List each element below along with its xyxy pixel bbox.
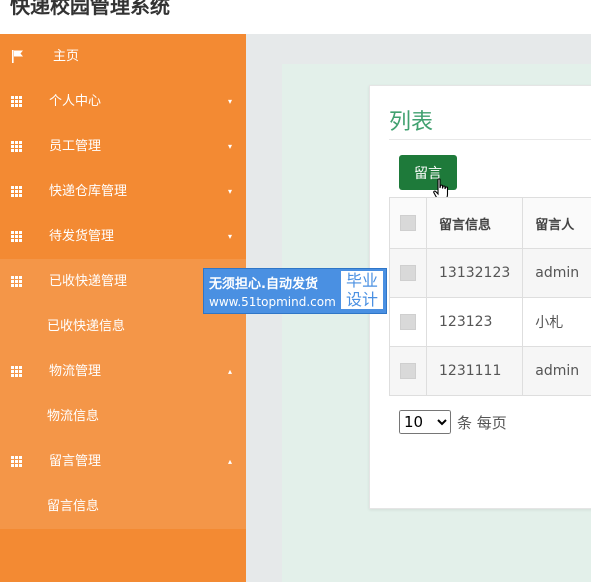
row-checkbox[interactable] xyxy=(389,297,427,347)
sidebar-item-label: 物流管理 xyxy=(49,364,102,379)
table-row[interactable]: 123123 小札 xyxy=(389,297,591,347)
sidebar-item-logistics[interactable]: 物流管理 ▴ xyxy=(0,349,246,394)
sidebar-item-staff[interactable]: 员工管理 ▾ xyxy=(0,124,246,169)
sidebar-item-pending[interactable]: 待发货管理 ▾ xyxy=(0,214,246,259)
sidebar-subitem-message-info[interactable]: 留言信息 xyxy=(0,484,246,529)
caret-up-icon: ▴ xyxy=(227,367,232,376)
grid-icon xyxy=(10,439,24,484)
cell-message: 123123 xyxy=(425,297,524,347)
grid-icon xyxy=(10,169,24,214)
sidebar-subitem-label: 留言信息 xyxy=(47,499,100,514)
sidebar-item-label: 员工管理 xyxy=(49,139,102,154)
watermark-badge-line: 毕业 xyxy=(345,271,378,290)
caret-down-icon: ▾ xyxy=(227,142,232,151)
watermark-badge: 毕业 设计 xyxy=(341,271,383,309)
watermark-banner: 无须担心.自动发货 www.51topmind.com 毕业 设计 xyxy=(203,268,387,314)
grid-icon xyxy=(10,259,24,304)
caret-down-icon: ▾ xyxy=(227,97,232,106)
watermark-badge-line: 设计 xyxy=(345,290,378,309)
caret-down-icon: ▾ xyxy=(227,187,232,196)
cell-author: admin xyxy=(522,346,591,396)
sidebar-item-home[interactable]: 主页 xyxy=(0,34,246,79)
title-divider xyxy=(389,139,591,140)
cell-message: 13132123 xyxy=(425,248,524,298)
caret-down-icon: ▾ xyxy=(227,232,232,241)
cell-author: admin xyxy=(522,248,591,298)
sidebar-item-label: 快递仓库管理 xyxy=(49,184,128,199)
grid-icon xyxy=(10,349,24,394)
cell-message: 1231111 xyxy=(425,346,524,396)
select-all-checkbox[interactable] xyxy=(389,197,427,249)
page-size-select[interactable]: 10 xyxy=(399,410,451,434)
table-header-row: 留言信息 留言人 xyxy=(389,197,591,249)
column-header[interactable]: 留言信息 xyxy=(425,197,524,249)
sidebar-subitem-label: 物流信息 xyxy=(47,409,100,424)
sidebar-item-label: 待发货管理 xyxy=(49,229,115,244)
table-row[interactable]: 1231111 admin xyxy=(389,346,591,396)
top-header: 快递校园管理系统 xyxy=(0,0,591,34)
pagination: 10 条 每页 xyxy=(399,410,507,434)
cell-author: 小札 xyxy=(522,297,591,347)
grid-icon xyxy=(10,214,24,259)
grid-icon xyxy=(10,79,24,124)
message-table: 留言信息 留言人 13132123 admin 123123 小札 123111… xyxy=(389,197,591,396)
table-row[interactable]: 13132123 admin xyxy=(389,248,591,298)
sidebar-subitem-logistics-info[interactable]: 物流信息 xyxy=(0,394,246,439)
app-title: 快递校园管理系统 xyxy=(10,0,170,18)
sidebar-item-warehouse[interactable]: 快递仓库管理 ▾ xyxy=(0,169,246,214)
flag-icon xyxy=(10,34,24,79)
row-checkbox[interactable] xyxy=(389,346,427,396)
page-title: 列表 xyxy=(389,110,434,135)
sidebar-item-messages[interactable]: 留言管理 ▴ xyxy=(0,439,246,484)
watermark-url: www.51topmind.com xyxy=(209,295,336,309)
caret-up-icon: ▴ xyxy=(227,457,232,466)
sidebar-subitem-label: 已收快递信息 xyxy=(47,319,126,334)
column-header[interactable]: 留言人 xyxy=(522,197,591,249)
sidebar-item-label: 留言管理 xyxy=(49,454,102,469)
sidebar-item-profile[interactable]: 个人中心 ▾ xyxy=(0,79,246,124)
grid-icon xyxy=(10,124,24,169)
sidebar-item-label: 已收快递管理 xyxy=(49,274,128,289)
watermark-text: 无须担心.自动发货 xyxy=(209,277,318,292)
sidebar-item-label: 主页 xyxy=(53,49,80,64)
sidebar-item-label: 个人中心 xyxy=(49,94,102,109)
page-size-suffix: 条 每页 xyxy=(457,413,507,432)
row-checkbox[interactable] xyxy=(389,248,427,298)
